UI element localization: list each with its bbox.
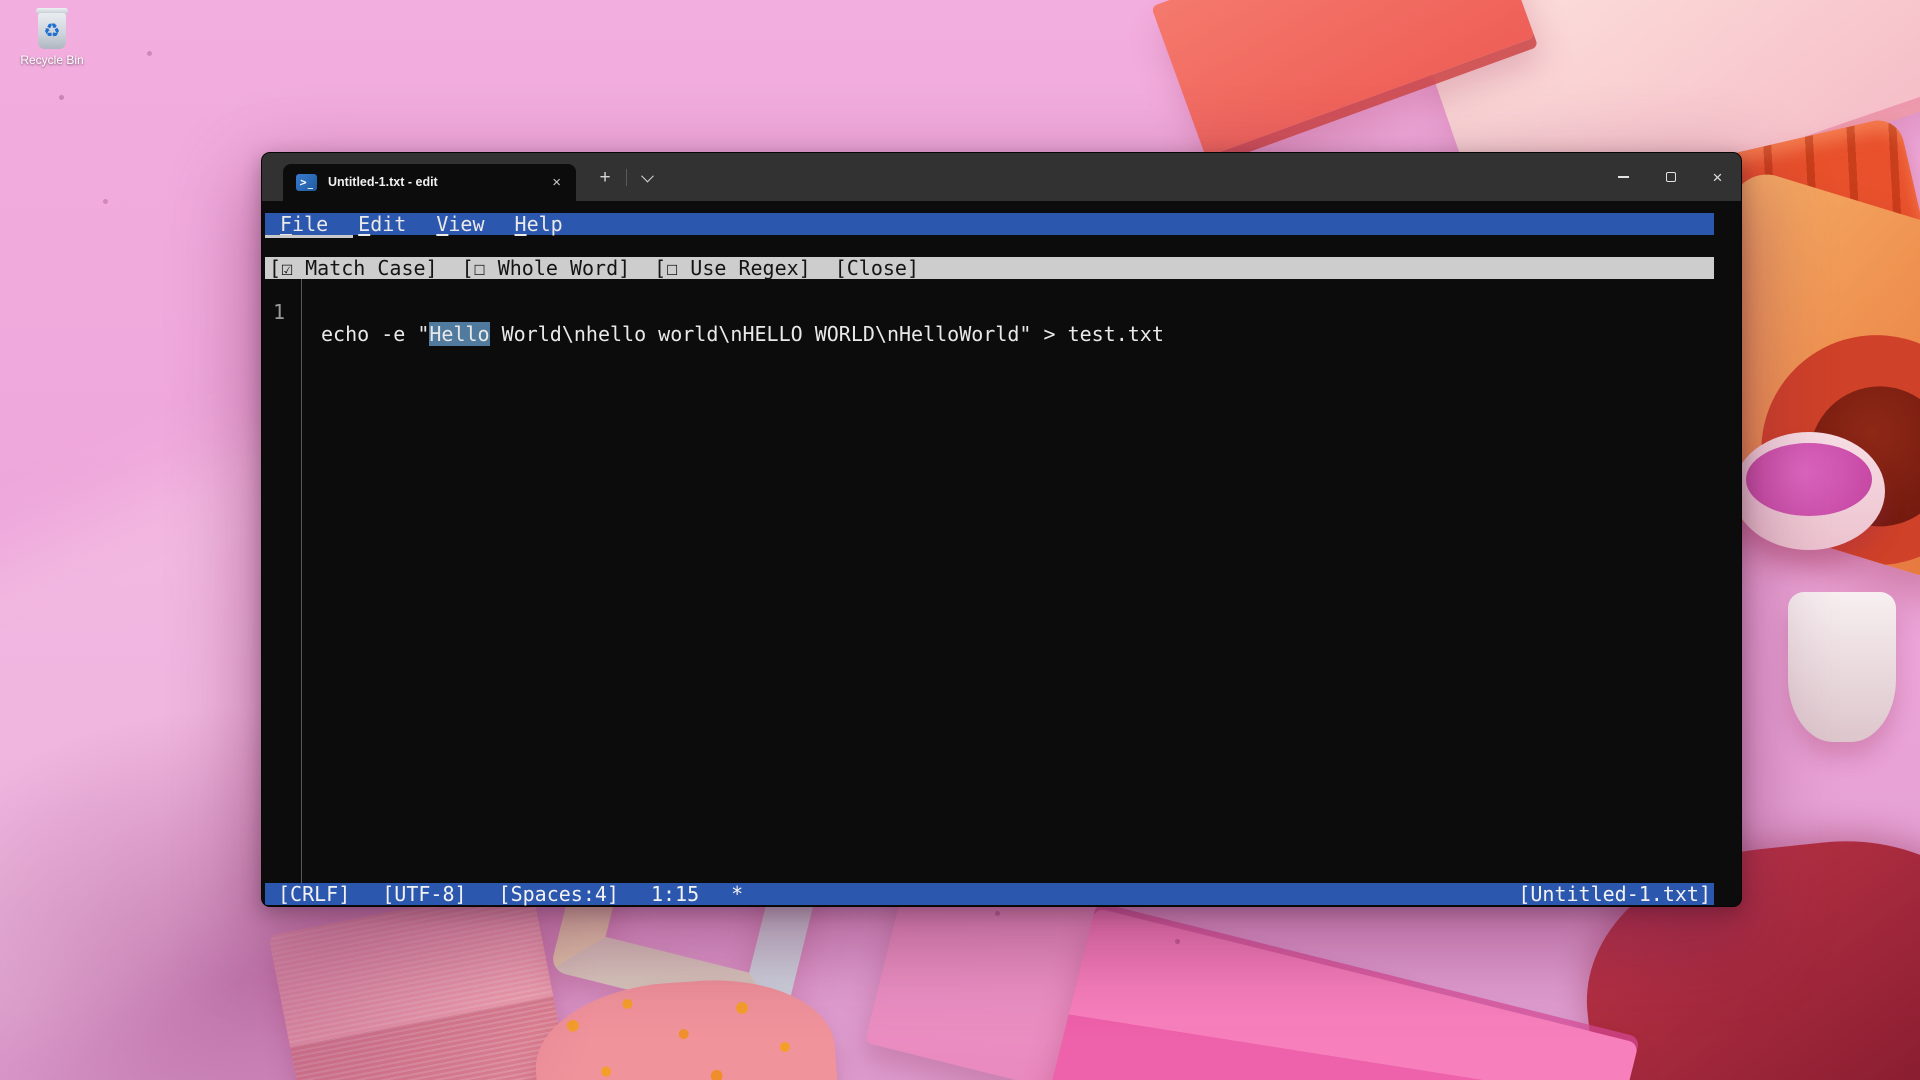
minimize-button[interactable] bbox=[1600, 153, 1647, 201]
tab-untitled[interactable]: >_ Untitled-1.txt - edit × bbox=[283, 164, 576, 201]
powershell-icon: >_ bbox=[296, 174, 317, 191]
recycle-bin-label: Recycle Bin bbox=[10, 53, 94, 67]
new-tab-button[interactable]: + bbox=[589, 163, 621, 191]
find-close-button[interactable]: [Close] bbox=[835, 257, 919, 279]
status-filename: [Untitled-1.txt] bbox=[1518, 883, 1711, 905]
window-controls: × bbox=[1600, 153, 1741, 201]
maximize-icon bbox=[1666, 172, 1676, 182]
wallpaper-envelope-b bbox=[1037, 908, 1638, 1080]
menu-bar: File Edit View Help bbox=[265, 213, 1714, 235]
recycle-arrows-icon: ♻ bbox=[43, 22, 60, 41]
wallpaper-white-cup bbox=[1788, 592, 1896, 742]
gutter-separator bbox=[301, 279, 302, 883]
menu-item-file[interactable]: File bbox=[280, 213, 328, 235]
wallpaper-pink-bowl bbox=[1733, 432, 1885, 550]
wallpaper-bowl-liquid bbox=[1746, 443, 1872, 516]
code-text: echo -e "Hello World\nhello world\nHELLO… bbox=[321, 323, 1164, 345]
code-after: World\nhello world\nHELLO WORLD\nHelloWo… bbox=[490, 322, 1164, 346]
status-bar: [CRLF] [UTF-8] [Spaces:4] 1:15 * [Untitled-1… bbox=[265, 883, 1714, 905]
status-item[interactable]: [Spaces:4] bbox=[499, 882, 619, 906]
status-left: [CRLF] [UTF-8] [Spaces:4] 1:15 * bbox=[278, 883, 743, 905]
search-match-highlight: Hello bbox=[429, 322, 489, 346]
menu-item-help[interactable]: Help bbox=[515, 213, 563, 235]
titlebar[interactable]: >_ Untitled-1.txt - edit × + × bbox=[262, 153, 1741, 201]
status-item[interactable]: [CRLF] bbox=[278, 882, 350, 906]
find-option-match-case[interactable]: [☑ Match Case] bbox=[269, 257, 438, 279]
minimize-icon bbox=[1618, 176, 1629, 177]
find-option-whole-word[interactable]: [☐ Whole Word] bbox=[462, 257, 631, 279]
tab-separator bbox=[626, 169, 627, 186]
status-item[interactable]: [UTF-8] bbox=[382, 882, 466, 906]
tab-title: Untitled-1.txt - edit bbox=[328, 176, 547, 189]
chevron-down-icon bbox=[641, 169, 654, 182]
terminal-content[interactable]: File Edit View Help Find:Hello [☑ Match Cas… bbox=[262, 201, 1741, 906]
find-bar: Find:Hello bbox=[265, 235, 1714, 257]
find-options-bar: [☑ Match Case] [☐ Whole Word] [☐ Use Regex… bbox=[265, 257, 1714, 279]
maximize-button[interactable] bbox=[1647, 153, 1694, 201]
editor-line[interactable]: 1 echo -e "Hello World\nhello world\nHEL… bbox=[265, 279, 1714, 301]
wallpaper-speckles bbox=[0, 0, 3, 3]
recycle-bin-icon: ♻ bbox=[35, 8, 69, 50]
menu-item-edit[interactable]: Edit bbox=[358, 213, 406, 235]
recycle-bin-body: ♻ bbox=[38, 13, 66, 49]
line-number: 1 bbox=[273, 301, 285, 323]
tab-dropdown-button[interactable] bbox=[633, 163, 661, 191]
terminal-window: >_ Untitled-1.txt - edit × + × File Edit V… bbox=[261, 152, 1742, 907]
close-tab-icon[interactable]: × bbox=[547, 173, 566, 192]
recycle-bin[interactable]: ♻ Recycle Bin bbox=[10, 8, 94, 67]
find-option-use-regex[interactable]: [☐ Use Regex] bbox=[654, 257, 811, 279]
desktop: ♻ Recycle Bin >_ Untitled-1.txt - edit ×… bbox=[0, 0, 1920, 1080]
code-before: echo -e " bbox=[321, 322, 429, 346]
status-item[interactable]: 1:15 bbox=[651, 882, 699, 906]
close-button[interactable]: × bbox=[1694, 153, 1741, 201]
status-modified-indicator: * bbox=[731, 882, 743, 906]
menu-item-view[interactable]: View bbox=[436, 213, 484, 235]
